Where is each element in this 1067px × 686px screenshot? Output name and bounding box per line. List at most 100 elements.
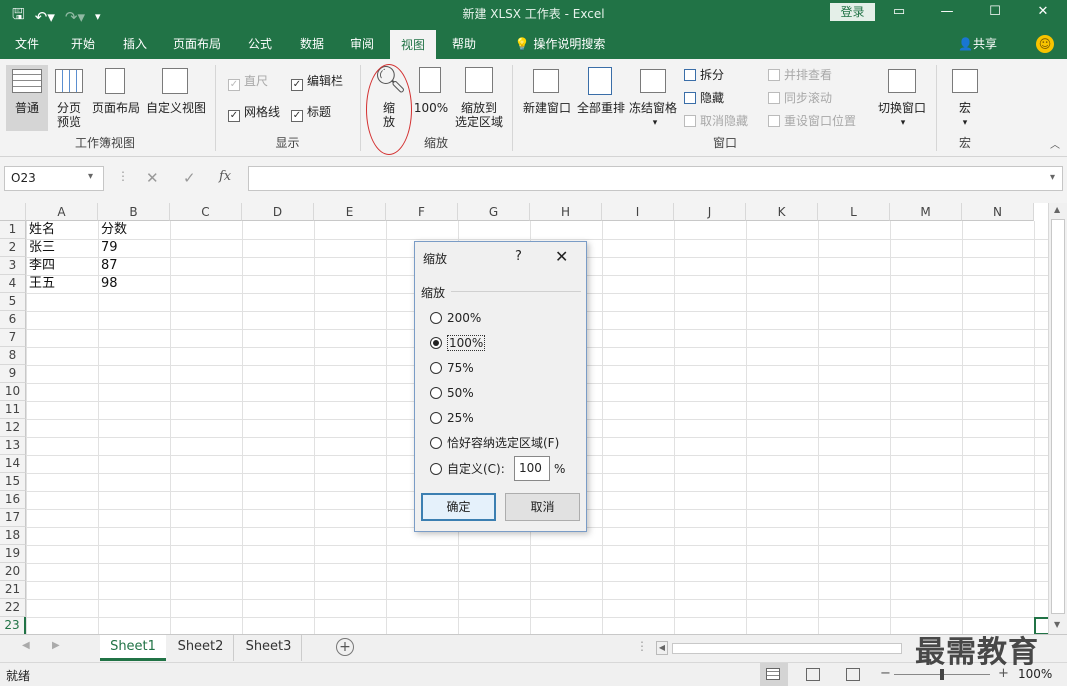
row-header[interactable]: 11 — [0, 401, 26, 419]
cell-a1[interactable]: 姓名 — [26, 221, 55, 238]
row-header[interactable]: 7 — [0, 329, 26, 347]
cell-b1[interactable]: 分数 — [98, 221, 127, 238]
cell-b4[interactable]: 98 — [98, 275, 118, 292]
freeze-dropdown-icon[interactable]: ▾ — [650, 116, 660, 130]
tab-home[interactable]: 开始 — [60, 29, 106, 59]
scroll-up-icon[interactable]: ▲ — [1054, 205, 1060, 214]
reset-window-position-button[interactable]: 重设窗口位置 — [768, 114, 856, 128]
scroll-thumb[interactable] — [1051, 219, 1065, 614]
sheet-tab-1[interactable]: Sheet1 — [100, 635, 166, 661]
confirm-entry-icon[interactable]: ✓ — [183, 169, 196, 187]
cancel-button[interactable]: 取消 — [505, 493, 580, 521]
row-header[interactable]: 5 — [0, 293, 26, 311]
share-button[interactable]: 👤共享 — [958, 29, 997, 59]
ruler-checkbox[interactable]: ✓ 直尺 — [228, 74, 268, 91]
login-button[interactable]: 登录 — [830, 3, 875, 21]
row-header[interactable]: 8 — [0, 347, 26, 365]
tab-page-layout[interactable]: 页面布局 — [166, 29, 228, 59]
row-header[interactable]: 6 — [0, 311, 26, 329]
row-header[interactable]: 19 — [0, 545, 26, 563]
row-header[interactable]: 17 — [0, 509, 26, 527]
select-all-corner[interactable] — [0, 203, 26, 221]
radio-25[interactable]: 25% — [430, 411, 474, 425]
column-header[interactable]: L — [818, 203, 890, 221]
radio-75[interactable]: 75% — [430, 361, 474, 375]
add-sheet-icon[interactable]: + — [336, 638, 354, 656]
zoom-to-selection-label2[interactable]: 选定区域 — [450, 115, 508, 129]
row-header[interactable]: 10 — [0, 383, 26, 401]
new-window-button[interactable]: 新建窗口 — [520, 101, 574, 115]
macros-dropdown-icon[interactable]: ▾ — [960, 116, 970, 130]
dialog-close-icon[interactable]: ✕ — [555, 247, 568, 266]
hscroll-left-icon[interactable]: ◀ — [656, 641, 668, 655]
tab-splitter-icon[interactable]: ⋮ — [636, 639, 648, 653]
column-header[interactable]: K — [746, 203, 818, 221]
headings-checkbox[interactable]: ✓ 标题 — [291, 105, 331, 122]
radio-200[interactable]: 200% — [430, 311, 481, 325]
custom-view-button[interactable]: 自定义视图 — [144, 101, 208, 115]
row-header[interactable]: 21 — [0, 581, 26, 599]
row-header[interactable]: 22 — [0, 599, 26, 617]
column-header[interactable]: A — [26, 203, 98, 221]
gridlines-checkbox[interactable]: ✓ 网格线 — [228, 105, 280, 122]
formula-input[interactable] — [248, 166, 1063, 191]
cell-a4[interactable]: 王五 — [26, 275, 55, 292]
row-header[interactable]: 3 — [0, 257, 26, 275]
cell-a3[interactable]: 李四 — [26, 257, 55, 274]
ok-button[interactable]: 确定 — [421, 493, 496, 521]
scroll-down-icon[interactable]: ▼ — [1054, 620, 1060, 629]
radio-fit-selection[interactable]: 恰好容纳选定区域(F) — [430, 436, 559, 450]
close-icon[interactable]: ✕ — [1019, 0, 1067, 26]
tab-review[interactable]: 审阅 — [340, 29, 384, 59]
column-header[interactable]: E — [314, 203, 386, 221]
radio-custom[interactable]: 自定义(C): — [430, 462, 505, 476]
page-break-preview-label2[interactable]: 预览 — [50, 115, 88, 129]
tell-me-search[interactable]: 💡 操作说明搜索 — [500, 29, 620, 59]
row-header[interactable]: 16 — [0, 491, 26, 509]
zoom-out-icon[interactable]: − — [880, 666, 891, 681]
row-header[interactable]: 15 — [0, 473, 26, 491]
column-header[interactable]: M — [890, 203, 962, 221]
column-header[interactable]: B — [98, 203, 170, 221]
row-header[interactable]: 18 — [0, 527, 26, 545]
expand-formula-icon[interactable]: ▾ — [1050, 172, 1055, 183]
vertical-scrollbar[interactable]: ▲ ▼ — [1048, 203, 1067, 634]
column-header[interactable]: G — [458, 203, 530, 221]
name-box-dropdown-icon[interactable]: ▾ — [88, 171, 93, 182]
view-side-by-side-button[interactable]: 并排查看 — [768, 68, 832, 82]
tab-help[interactable]: 帮助 — [442, 29, 486, 59]
prev-sheet-icon[interactable]: ◀ — [22, 640, 30, 651]
row-header[interactable]: 23 — [0, 617, 26, 634]
row-header[interactable]: 4 — [0, 275, 26, 293]
row-header[interactable]: 12 — [0, 419, 26, 437]
freeze-panes-button[interactable]: 冻结窗格 — [626, 101, 680, 115]
formula-bar-checkbox[interactable]: ✓ 编辑栏 — [291, 74, 343, 91]
unhide-button[interactable]: 取消隐藏 — [684, 114, 748, 128]
column-header[interactable]: N — [962, 203, 1034, 221]
minimize-icon[interactable]: — — [923, 0, 971, 26]
ribbon-display-icon[interactable]: ▭ — [875, 0, 923, 26]
tab-view[interactable]: 视图 — [390, 29, 436, 59]
insert-function-icon[interactable]: fx — [219, 169, 231, 184]
row-header[interactable]: 20 — [0, 563, 26, 581]
zoom-100-button[interactable]: 100% — [412, 101, 450, 115]
cell-b3[interactable]: 87 — [98, 257, 118, 274]
column-header[interactable]: C — [170, 203, 242, 221]
tab-file[interactable]: 文件 — [5, 29, 49, 59]
row-header[interactable]: 2 — [0, 239, 26, 257]
next-sheet-icon[interactable]: ▶ — [52, 640, 60, 651]
radio-100[interactable]: 100% — [430, 335, 486, 351]
zoom-to-selection-label1[interactable]: 缩放到 — [450, 101, 508, 115]
feedback-smiley-icon[interactable]: ☺ — [1036, 35, 1054, 53]
page-layout-status-icon[interactable] — [806, 668, 820, 681]
column-header[interactable]: H — [530, 203, 602, 221]
radio-50[interactable]: 50% — [430, 386, 474, 400]
switch-windows-button[interactable]: 切换窗口 — [874, 101, 930, 115]
page-break-status-icon[interactable] — [846, 668, 860, 681]
column-header[interactable]: F — [386, 203, 458, 221]
cell-b2[interactable]: 79 — [98, 239, 118, 256]
cancel-entry-icon[interactable]: ✕ — [146, 169, 159, 187]
split-button[interactable]: 拆分 — [684, 68, 724, 82]
tab-insert[interactable]: 插入 — [112, 29, 158, 59]
column-header[interactable]: D — [242, 203, 314, 221]
